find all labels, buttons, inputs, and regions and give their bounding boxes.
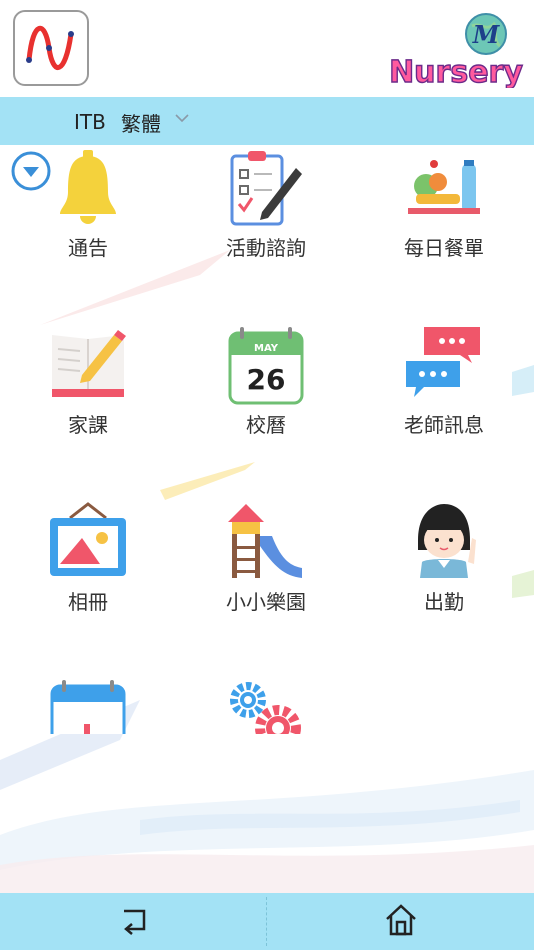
menu-item-homework[interactable]: 家課 — [3, 325, 173, 475]
back-arrow-icon — [124, 909, 146, 935]
student-icon — [418, 504, 476, 578]
brand-logo: M Nursery — [388, 8, 524, 91]
menu-item-playground[interactable]: 小小樂園 — [181, 502, 351, 652]
calendar-day: 26 — [247, 363, 286, 396]
brand-badge: M — [472, 20, 501, 49]
menu-item-attendance[interactable]: 出勤 — [359, 502, 529, 652]
chat-icon — [406, 327, 480, 397]
calendar-month: MAY — [254, 343, 279, 354]
menu-item-label: 活動諮詢 — [226, 236, 306, 260]
menu-item-label: 出勤 — [424, 590, 464, 614]
app-logo — [13, 10, 89, 86]
menu-item-label: 相冊 — [68, 590, 108, 614]
clipboard-icon — [230, 151, 302, 226]
playground-icon — [228, 504, 302, 578]
school-code: ITB — [74, 110, 106, 134]
menu-item-teacher-messages[interactable]: 老師訊息 — [359, 325, 529, 475]
book-icon — [52, 330, 126, 397]
picture-frame-icon — [50, 502, 126, 576]
bell-icon — [60, 150, 116, 224]
home-icon — [386, 904, 416, 936]
menu-item-label: 小小樂園 — [226, 590, 306, 614]
menu-item-label: 校曆 — [246, 413, 286, 437]
menu-item-notices[interactable]: 通告 — [3, 148, 173, 298]
calendar-icon — [50, 680, 126, 734]
home-button[interactable] — [267, 893, 534, 950]
menu-item-calendar[interactable] — [3, 678, 173, 734]
menu-item-activity-inquiry[interactable]: 活動諮詢 — [181, 148, 351, 298]
menu-item-label: 老師訊息 — [404, 413, 484, 437]
gears-icon — [230, 682, 301, 734]
wave-logo-icon — [26, 25, 74, 70]
menu-item-daily-menu[interactable]: 每日餐單 — [359, 148, 529, 298]
chevron-down-icon[interactable] — [174, 112, 190, 124]
menu-item-label: 每日餐單 — [404, 236, 484, 260]
menu-item-school-calendar[interactable]: MAY 26 校曆 — [181, 325, 351, 475]
language-selector[interactable]: 繁體 — [121, 108, 161, 137]
brand-name: Nursery — [389, 55, 523, 88]
back-button[interactable] — [0, 893, 266, 950]
menu-item-label: 通告 — [68, 236, 108, 260]
menu-item-album[interactable]: 相冊 — [3, 502, 173, 652]
menu-item-settings[interactable] — [181, 678, 351, 734]
menu-item-label: 家課 — [68, 413, 108, 437]
meal-icon — [408, 160, 480, 214]
calendar-icon: MAY 26 — [228, 327, 304, 405]
